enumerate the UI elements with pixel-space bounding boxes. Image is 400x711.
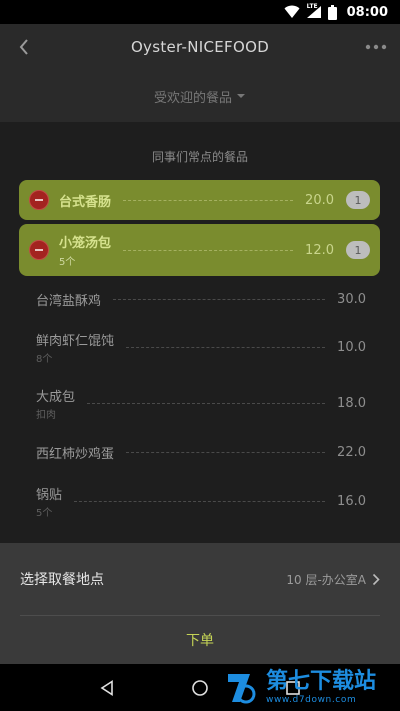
dotted-leader [74, 500, 326, 502]
status-bar: LTE 08:00 [0, 0, 400, 24]
watermark: 第七下载站 www.d7down.com [224, 664, 394, 711]
watermark-title: 第七下载站 [266, 668, 377, 694]
remove-icon[interactable] [29, 190, 49, 210]
dotted-leader [113, 298, 326, 300]
pickup-value: 10 层-办公室A [286, 572, 366, 587]
item-name: 大成包 [36, 389, 76, 405]
quantity-badge: 1 [346, 191, 370, 209]
page-title: Oyster-NICEFOOD [130, 38, 270, 56]
item-note: 扣肉 [36, 409, 56, 421]
pickup-location-selector[interactable]: 选择取餐地点 10 层-办公室A [0, 543, 400, 615]
d7-logo-icon [228, 673, 256, 703]
selected-item[interactable]: 台式香肠 20.0 1 [19, 180, 380, 220]
dotted-leader [126, 451, 326, 453]
menu-item[interactable]: 西红柿炒鸡蛋 22.0 [36, 441, 366, 463]
chevron-right-icon [372, 573, 380, 586]
back-button[interactable] [0, 24, 48, 70]
caret-down-icon [237, 94, 245, 98]
item-price: 20.0 [305, 192, 334, 208]
item-price: 16.0 [337, 493, 366, 509]
item-note: 8个 [36, 353, 53, 365]
signal-icon: LTE [306, 3, 322, 19]
item-price: 12.0 [305, 242, 334, 258]
item-name: 西红柿炒鸡蛋 [36, 446, 115, 462]
item-price: 10.0 [337, 339, 366, 355]
item-name: 台湾盐酥鸡 [36, 293, 102, 309]
menu-item[interactable]: 鲜肉虾仁馄饨 8个 10.0 [36, 330, 366, 365]
dotted-leader [87, 402, 326, 404]
more-button[interactable] [352, 24, 400, 70]
place-order-button[interactable]: 下单 [0, 616, 400, 664]
network-type-label: LTE [306, 3, 318, 10]
more-dots-icon [365, 44, 387, 50]
circle-home-icon [192, 679, 208, 696]
battery-icon [327, 4, 337, 20]
wifi-icon [284, 5, 300, 19]
category-label: 受欢迎的餐品 [153, 90, 232, 106]
quantity-badge: 1 [346, 241, 370, 259]
pickup-label: 选择取餐地点 [20, 572, 104, 588]
app-bar: Oyster-NICEFOOD [0, 24, 400, 70]
item-name: 小笼汤包 [59, 236, 112, 251]
nav-home-button[interactable] [180, 668, 220, 708]
remove-icon[interactable] [29, 240, 49, 260]
item-price: 30.0 [337, 291, 366, 307]
menu-item[interactable]: 台湾盐酥鸡 30.0 [36, 288, 366, 310]
dotted-leader [126, 346, 326, 348]
nav-back-button[interactable] [87, 668, 127, 708]
menu-item[interactable]: 锅贴 5个 16.0 [36, 484, 366, 519]
item-price: 18.0 [337, 395, 366, 411]
dotted-leader [123, 249, 294, 251]
item-name: 鲜肉虾仁馄饨 [36, 333, 115, 349]
watermark-url: www.d7down.com [266, 694, 357, 705]
status-time: 08:00 [346, 4, 388, 20]
item-name: 台式香肠 [59, 194, 112, 210]
triangle-back-icon [100, 679, 113, 696]
menu-content: 同事们常点的餐品 台式香肠 20.0 1 小笼汤包 5个 12.0 1 台湾盐酥… [0, 122, 400, 543]
order-panel: 选择取餐地点 10 层-办公室A 下单 [0, 543, 400, 664]
dotted-leader [123, 199, 294, 201]
menu-item[interactable]: 大成包 扣肉 18.0 [36, 386, 366, 421]
selected-item[interactable]: 小笼汤包 5个 12.0 1 [19, 224, 380, 276]
item-name: 锅贴 [36, 487, 63, 503]
chevron-left-icon [19, 39, 28, 55]
item-note: 5个 [36, 507, 53, 519]
section-title: 同事们常点的餐品 [151, 150, 248, 164]
category-dropdown[interactable]: 受欢迎的餐品 [0, 70, 400, 122]
item-price: 22.0 [337, 444, 366, 460]
item-note: 5个 [59, 257, 76, 268]
